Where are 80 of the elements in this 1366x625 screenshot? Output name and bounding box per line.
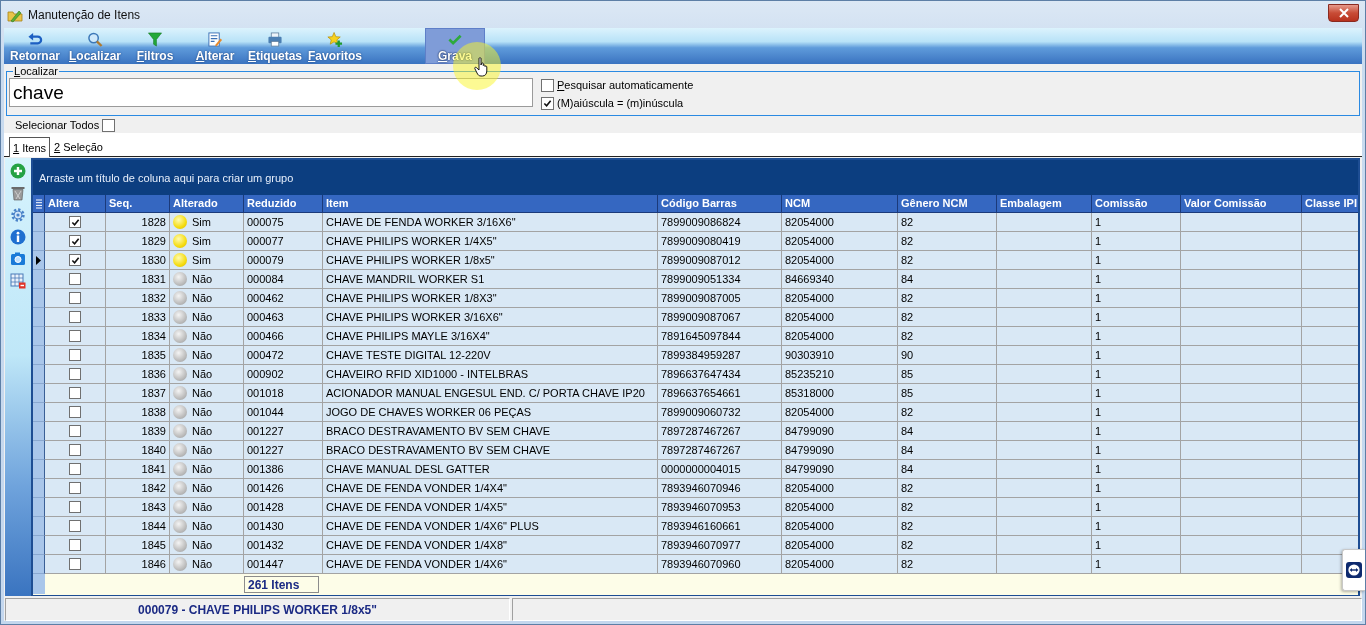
status-text: Não	[192, 481, 213, 496]
trash-icon[interactable]	[10, 185, 26, 201]
side-tab[interactable]	[1342, 549, 1365, 591]
return-arrow-icon	[27, 32, 43, 47]
checkbox[interactable]	[69, 520, 81, 532]
checkbox[interactable]	[69, 311, 81, 323]
row-selector[interactable]	[33, 251, 45, 270]
checkbox[interactable]	[69, 482, 81, 494]
checkbox[interactable]	[69, 501, 81, 513]
status-text: Sim	[192, 215, 211, 230]
checkbox[interactable]	[69, 425, 81, 437]
printer-icon	[267, 32, 283, 47]
checkbox[interactable]	[541, 78, 554, 92]
checkbox[interactable]	[69, 539, 81, 551]
checkbox[interactable]	[541, 96, 554, 110]
checkbox[interactable]	[69, 387, 81, 399]
toolbar-button[interactable]: Retornar	[5, 28, 65, 64]
status-text: Não	[192, 329, 213, 344]
status-text: Não	[192, 405, 213, 420]
status-text: Não	[192, 500, 213, 515]
status-text: Não	[192, 443, 213, 458]
footer-selector	[33, 574, 45, 594]
camera-icon[interactable]	[10, 251, 26, 267]
item-count: 261 Itens	[244, 575, 319, 593]
status-text: Sim	[192, 253, 211, 268]
status-text: Não	[192, 557, 213, 572]
toolbar-button[interactable]: Favoritos	[305, 28, 365, 64]
checkbox[interactable]	[69, 254, 81, 266]
tab[interactable]: 2 Seleção	[50, 137, 107, 156]
status-text: Não	[192, 348, 213, 363]
status-text: Não	[192, 272, 213, 287]
hand-cursor-icon	[474, 57, 490, 77]
status-text: Não	[192, 424, 213, 439]
toolbar-button[interactable]: Localizar	[65, 28, 125, 64]
status-text: Não	[192, 310, 213, 325]
group-hint: Arraste um título de coluna aqui para criar um grupo	[39, 171, 294, 184]
column-chooser-icon[interactable]	[35, 198, 42, 209]
search-icon	[87, 32, 103, 47]
checkbox[interactable]	[102, 118, 116, 132]
status-text: Não	[192, 538, 213, 553]
checkbox[interactable]	[69, 368, 81, 380]
star-plus-icon	[327, 32, 343, 47]
checkbox[interactable]	[69, 463, 81, 475]
search-field[interactable]: chave	[9, 78, 533, 107]
checkbox-label[interactable]: Pesquisar automaticamente	[557, 79, 694, 91]
row-pointer-icon	[36, 255, 41, 265]
toolbar-button[interactable]: Etiquetas	[245, 28, 305, 64]
checkbox-label[interactable]: (M)aiúscula = (m)inúscula	[557, 97, 684, 109]
checkbox[interactable]	[69, 444, 81, 456]
tab[interactable]: 1 Itens	[9, 137, 51, 157]
double-arrow-icon[interactable]	[1346, 562, 1362, 578]
checkbox[interactable]	[69, 349, 81, 361]
window-title: Manutenção de Itens	[28, 7, 142, 22]
checkbox[interactable]	[69, 273, 81, 285]
close-icon	[1338, 7, 1349, 18]
checkbox[interactable]	[69, 330, 81, 342]
toolbar-button[interactable]: Alterar	[185, 28, 245, 64]
checkbox[interactable]	[69, 558, 81, 570]
status-text: Não	[192, 367, 213, 382]
status-text: Sim	[192, 234, 211, 249]
document-pencil-icon	[207, 32, 223, 47]
status-text: Não	[192, 386, 213, 401]
checkbox[interactable]	[69, 235, 81, 247]
table-icon[interactable]	[10, 273, 26, 289]
status-text: Não	[192, 519, 213, 534]
checkbox[interactable]	[69, 292, 81, 304]
checkbox-label[interactable]: Selecionar Todos	[15, 119, 100, 131]
gear-icon[interactable]	[10, 207, 26, 223]
add-icon[interactable]	[10, 163, 26, 179]
filter-icon	[147, 32, 163, 47]
close-button[interactable]	[1328, 3, 1359, 22]
checkbox[interactable]	[69, 406, 81, 418]
status-text: Não	[192, 462, 213, 477]
checkbox[interactable]	[69, 216, 81, 228]
status-text: 000079 - CHAVE PHILIPS WORKER 1/8x5"	[138, 602, 377, 617]
info-icon[interactable]	[10, 229, 26, 245]
check-icon	[447, 32, 463, 47]
group-label: Localizar	[13, 66, 60, 77]
status-text: Não	[192, 291, 213, 306]
toolbar-button[interactable]: Filtros	[125, 28, 185, 64]
